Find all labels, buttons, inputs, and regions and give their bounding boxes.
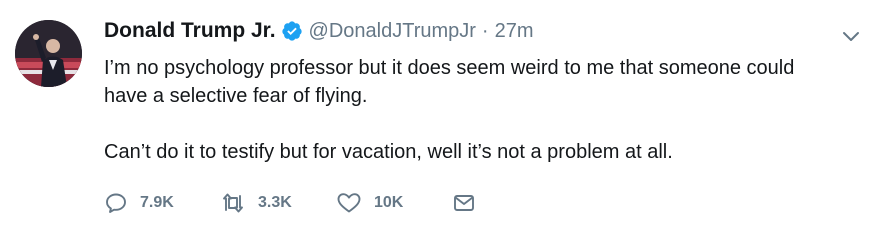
- avatar[interactable]: [15, 20, 82, 87]
- reply-button[interactable]: 7.9K: [104, 191, 220, 215]
- tweet-content: Donald Trump Jr. @DonaldJTrumpJr · 27m I…: [104, 12, 844, 166]
- retweet-count: 3.3K: [258, 194, 292, 211]
- separator-dot: ·: [481, 19, 489, 42]
- reply-count: 7.9K: [140, 194, 174, 211]
- retweet-button[interactable]: 3.3K: [220, 191, 336, 215]
- like-count: 10K: [374, 194, 404, 211]
- envelope-icon: [452, 191, 476, 215]
- chevron-down-icon[interactable]: [839, 24, 863, 48]
- tweet-actions: 7.9K 3.3K 10K: [104, 188, 476, 218]
- tweet-header: Donald Trump Jr. @DonaldJTrumpJr · 27m: [104, 12, 844, 50]
- user-handle[interactable]: @DonaldJTrumpJr: [309, 20, 476, 43]
- tweet-paragraph: I’m no psychology professor but it does …: [104, 57, 795, 107]
- heart-icon: [336, 191, 362, 215]
- verified-badge-icon: [281, 20, 303, 42]
- tweet-paragraph: Can’t do it to testify but for vacation,…: [104, 141, 673, 163]
- tweet[interactable]: Donald Trump Jr. @DonaldJTrumpJr · 27m I…: [0, 0, 883, 245]
- retweet-icon: [220, 191, 246, 215]
- direct-message-button[interactable]: [452, 191, 476, 215]
- timestamp[interactable]: 27m: [495, 20, 534, 43]
- like-button[interactable]: 10K: [336, 191, 452, 215]
- display-name[interactable]: Donald Trump Jr.: [104, 19, 276, 43]
- tweet-text: I’m no psychology professor but it does …: [104, 54, 839, 166]
- reply-icon: [104, 191, 128, 215]
